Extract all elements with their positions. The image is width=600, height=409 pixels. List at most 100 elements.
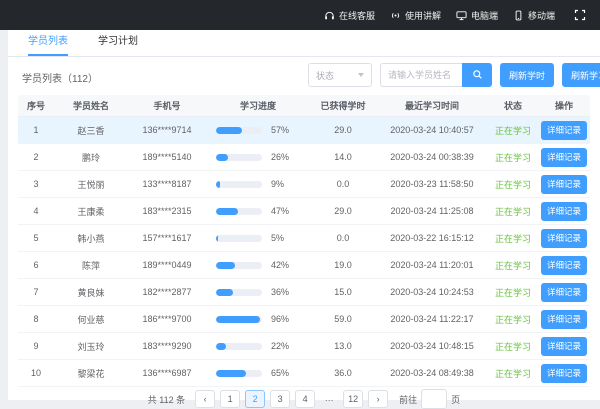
table-row[interactable]: 6陈萍189****044942%19.02020-03-24 11:20:01… <box>18 252 590 279</box>
cell-progress: 47% <box>206 198 310 225</box>
progress-percent: 9% <box>271 179 284 189</box>
cell-progress: 42% <box>206 252 310 279</box>
cell-phone: 183****2315 <box>128 198 206 225</box>
cell-phone: 133****8187 <box>128 171 206 198</box>
detail-record-button[interactable]: 详细记录 <box>541 256 587 275</box>
cell-student-name: 陈萍 <box>54 252 128 279</box>
cell-student-name: 赵三香 <box>54 117 128 144</box>
search-button[interactable] <box>462 63 492 87</box>
table-row[interactable]: 1赵三香136****971457%29.02020-03-24 10:40:5… <box>18 117 590 144</box>
progress-bar-fill <box>216 208 238 215</box>
table-row[interactable]: 4王康柔183****231547%29.02020-03-24 11:25:0… <box>18 198 590 225</box>
page-button[interactable]: 4 <box>295 390 315 408</box>
progress-bar-track <box>216 343 262 350</box>
cell-index: 6 <box>18 252 54 279</box>
progress-bar-track <box>216 154 262 161</box>
cell-hours: 14.0 <box>310 144 376 171</box>
cell-phone: 189****0449 <box>128 252 206 279</box>
cell-hours: 29.0 <box>310 198 376 225</box>
cell-action: 详细记录 <box>538 306 590 333</box>
progress-percent: 22% <box>271 341 289 351</box>
cell-hours: 19.0 <box>310 252 376 279</box>
list-title: 学员列表（112） <box>22 70 98 85</box>
mobile-client-button[interactable]: 移动端 <box>513 9 555 22</box>
page-button[interactable]: 12 <box>343 390 363 408</box>
progress-bar-track <box>216 235 262 242</box>
online-service-button[interactable]: 在线客服 <box>324 9 375 22</box>
cell-status: 正在学习 <box>488 333 538 360</box>
table-row[interactable]: 9刘玉玲183****929022%13.02020-03-24 10:48:1… <box>18 333 590 360</box>
detail-record-button[interactable]: 详细记录 <box>541 148 587 167</box>
student-table: 序号学员姓名手机号学习进度已获得学时最近学习时间状态操作 1赵三香136****… <box>18 95 590 387</box>
detail-record-button[interactable]: 详细记录 <box>541 121 587 140</box>
usage-guide-button[interactable]: 使用讲解 <box>390 9 441 22</box>
table-row[interactable]: 8何业慈186****970096%59.02020-03-24 11:22:1… <box>18 306 590 333</box>
tab-student-list[interactable]: 学员列表 <box>28 32 68 56</box>
detail-record-button[interactable]: 详细记录 <box>541 202 587 221</box>
status-badge: 正在学习 <box>495 234 531 244</box>
page-button[interactable]: 2 <box>245 390 265 408</box>
cell-action: 详细记录 <box>538 360 590 387</box>
tab-study-plan[interactable]: 学习计划 <box>98 32 138 56</box>
pagination-buttons: ‹1234…12› <box>195 390 388 408</box>
cell-hours: 29.0 <box>310 117 376 144</box>
tab-bar: 学员列表 学习计划 <box>8 30 600 57</box>
detail-record-button[interactable]: 详细记录 <box>541 364 587 383</box>
refresh-hours-button[interactable]: 刷新学时 <box>500 63 554 87</box>
column-header: 已获得学时 <box>310 95 376 117</box>
progress-bar-fill <box>216 289 233 296</box>
table-row[interactable]: 7黄良妹182****287736%15.02020-03-24 10:24:5… <box>18 279 590 306</box>
detail-record-button[interactable]: 详细记录 <box>541 310 587 329</box>
cell-status: 正在学习 <box>488 144 538 171</box>
search-input[interactable] <box>380 63 462 87</box>
cell-hours: 13.0 <box>310 333 376 360</box>
progress-bar-track <box>216 127 262 134</box>
cell-last-study-time: 2020-03-24 00:38:39 <box>376 144 488 171</box>
mobile-icon <box>513 10 524 21</box>
column-header: 序号 <box>18 95 54 117</box>
cell-hours: 0.0 <box>310 225 376 252</box>
search-group <box>380 63 492 87</box>
pagination: 共 112 条 ‹1234…12› 前往 页 <box>8 389 600 409</box>
detail-record-button[interactable]: 详细记录 <box>541 175 587 194</box>
cell-phone: 136****6987 <box>128 360 206 387</box>
jump-page-input[interactable] <box>421 389 447 409</box>
progress-bar-track <box>216 370 262 377</box>
detail-record-button[interactable]: 详细记录 <box>541 283 587 302</box>
table-row[interactable]: 10黎梁花136****698765%36.02020-03-24 08:49:… <box>18 360 590 387</box>
table-row[interactable]: 3王悦丽133****81879%0.02020-03-23 11:58:50正… <box>18 171 590 198</box>
table-row[interactable]: 2鹏玲189****514026%14.02020-03-24 00:38:39… <box>18 144 590 171</box>
next-page-button[interactable]: › <box>368 390 388 408</box>
cell-status: 正在学习 <box>488 198 538 225</box>
progress-percent: 42% <box>271 260 289 270</box>
topbar: 在线客服 使用讲解 电脑端 移动端 <box>0 0 600 30</box>
cell-student-name: 何业慈 <box>54 306 128 333</box>
progress-bar-fill <box>216 343 226 350</box>
refresh-status-button[interactable]: 刷新学习状态 <box>562 63 600 87</box>
page-button[interactable]: 1 <box>220 390 240 408</box>
pc-client-button[interactable]: 电脑端 <box>456 9 498 22</box>
table-row[interactable]: 5韩小燕157****16175%0.02020-03-22 16:15:12正… <box>18 225 590 252</box>
cell-last-study-time: 2020-03-24 10:40:57 <box>376 117 488 144</box>
cell-action: 详细记录 <box>538 225 590 252</box>
cell-phone: 183****9290 <box>128 333 206 360</box>
progress-bar-fill <box>216 370 246 377</box>
prev-page-button[interactable]: ‹ <box>195 390 215 408</box>
fullscreen-button[interactable] <box>574 9 586 21</box>
detail-record-button[interactable]: 详细记录 <box>541 337 587 356</box>
pagination-total: 共 112 条 <box>148 393 185 406</box>
cell-hours: 0.0 <box>310 171 376 198</box>
topbar-item-label: 电脑端 <box>471 9 498 22</box>
cell-action: 详细记录 <box>538 252 590 279</box>
page-button[interactable]: 3 <box>270 390 290 408</box>
status-filter-select[interactable]: 状态 <box>308 63 372 87</box>
status-badge: 正在学习 <box>495 207 531 217</box>
progress-bar-track <box>216 262 262 269</box>
page: { "colors": { "accent": "#409EFF", "stat… <box>0 0 600 400</box>
progress-bar-track <box>216 181 262 188</box>
column-header: 状态 <box>488 95 538 117</box>
cell-student-name: 鹏玲 <box>54 144 128 171</box>
cell-progress: 9% <box>206 171 310 198</box>
detail-record-button[interactable]: 详细记录 <box>541 229 587 248</box>
cell-progress: 26% <box>206 144 310 171</box>
